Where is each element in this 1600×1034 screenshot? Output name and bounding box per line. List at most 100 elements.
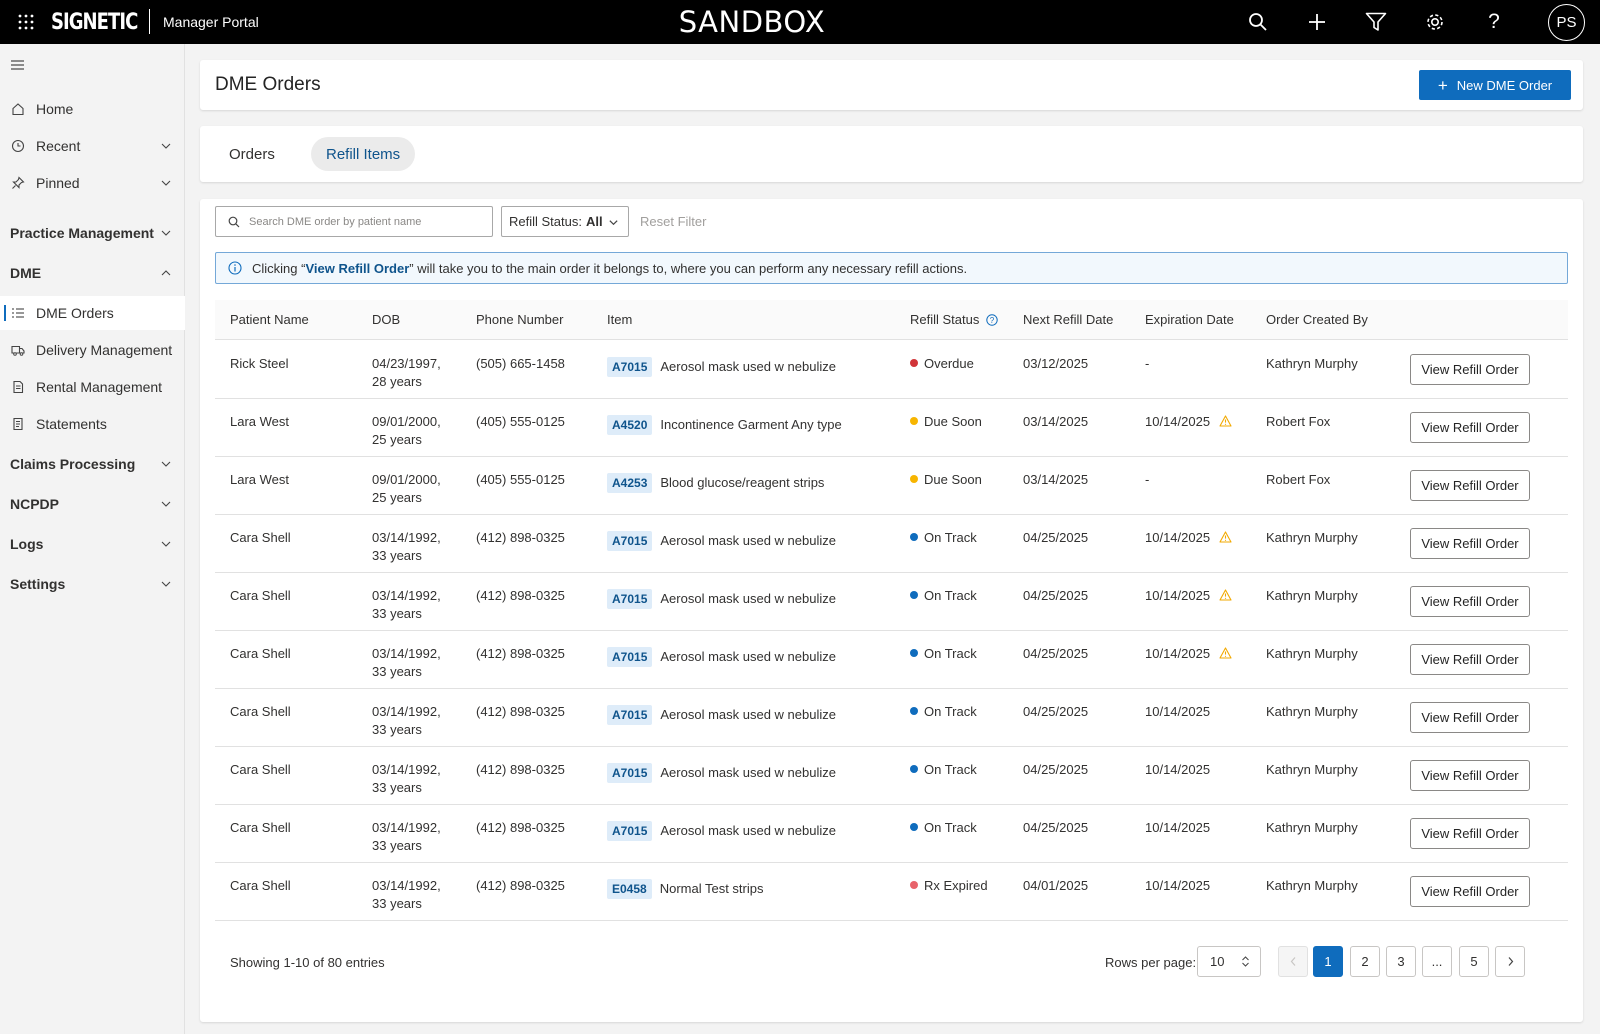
sidebar-section-dme[interactable]: DME xyxy=(0,256,185,290)
item-cell: A7015 Aerosol mask used w nebulize xyxy=(607,821,836,841)
view-refill-order-button[interactable]: View Refill Order xyxy=(1410,412,1530,443)
phone-number: (412) 898-0325 xyxy=(476,530,565,545)
status-dot xyxy=(910,533,918,541)
item-cell: A7015 Aerosol mask used w nebulize xyxy=(607,763,836,783)
chevron-down-icon xyxy=(161,581,171,587)
refill-status: On Track xyxy=(924,646,977,661)
info-text-before: Clicking “ xyxy=(252,260,306,276)
column-header[interactable]: Phone Number xyxy=(476,312,563,327)
rows-per-page-select[interactable]: 10 xyxy=(1197,946,1261,977)
order-created-by: Kathryn Murphy xyxy=(1266,820,1358,835)
statement-icon xyxy=(13,417,23,431)
status-dot xyxy=(910,417,918,425)
filter-icon[interactable] xyxy=(1364,10,1388,34)
next-refill-date: 04/25/2025 xyxy=(1023,646,1089,661)
sidebar-section-settings[interactable]: Settings xyxy=(0,567,185,601)
sidebar-section-practice-management[interactable]: Practice Management xyxy=(0,216,185,250)
table-row: Cara Shell 03/14/1992, 33 years (412) 898-0… xyxy=(215,863,1568,921)
view-refill-order-button[interactable]: View Refill Order xyxy=(1410,586,1530,617)
sidebar-item-label: Delivery Management xyxy=(36,342,173,358)
dob: 03/14/1992, xyxy=(372,530,441,545)
help-circle-icon[interactable]: ? xyxy=(986,313,999,326)
expiration-date: 10/14/2025 xyxy=(1145,704,1211,719)
info-text-after: ” will take you to the main order it bel… xyxy=(409,260,968,276)
order-created-by: Kathryn Murphy xyxy=(1266,588,1358,603)
sidebar-section-claims-processing[interactable]: Claims Processing xyxy=(0,447,185,481)
column-header[interactable]: Patient Name xyxy=(230,312,309,327)
view-refill-order-button[interactable]: View Refill Order xyxy=(1410,876,1530,907)
table-row: Cara Shell 03/14/1992, 33 years (412) 898-0… xyxy=(215,573,1568,631)
new-dme-order-button[interactable]: + New DME Order xyxy=(1419,70,1571,100)
expiration-date: 10/14/2025 xyxy=(1145,878,1211,893)
column-header[interactable]: Expiration Date xyxy=(1145,312,1234,327)
refill-status-cell: On Track xyxy=(910,529,977,547)
page-header: DME Orders + New DME Order xyxy=(200,60,1583,110)
tab-refill-items[interactable]: Refill Items xyxy=(311,137,416,171)
next-refill-date: 04/25/2025 xyxy=(1023,530,1089,545)
page-button-5[interactable]: 5 xyxy=(1459,946,1489,977)
environment-label: SANDBOX xyxy=(678,5,826,39)
view-refill-order-button[interactable]: View Refill Order xyxy=(1410,644,1530,675)
sidebar-section-label: Claims Processing xyxy=(10,456,136,472)
sidebar-section-label: Logs xyxy=(10,536,44,552)
next-refill-date: 03/14/2025 xyxy=(1023,414,1089,429)
refill-status-cell: On Track xyxy=(910,703,977,721)
user-avatar[interactable]: PS xyxy=(1548,4,1585,41)
view-refill-order-button[interactable]: View Refill Order xyxy=(1410,470,1530,501)
phone-number: (412) 898-0325 xyxy=(476,878,565,893)
sidebar: Home Recent Pinned Practice Management D… xyxy=(0,44,185,1034)
column-header[interactable]: DOB xyxy=(372,312,400,327)
document-icon xyxy=(13,380,24,394)
sidebar-item-statements[interactable]: Statements xyxy=(0,407,185,441)
sidebar-item-label: DME Orders xyxy=(36,305,114,321)
sidebar-section-ncpdp[interactable]: NCPDP xyxy=(0,487,185,521)
table-row: Lara West 09/01/2000, 25 years (405) 555-01… xyxy=(215,399,1568,457)
tab-orders[interactable]: Orders xyxy=(214,137,290,171)
view-refill-order-button[interactable]: View Refill Order xyxy=(1410,818,1530,849)
next-page-button[interactable] xyxy=(1495,946,1525,977)
view-refill-order-button[interactable]: View Refill Order xyxy=(1410,760,1530,791)
search-icon[interactable] xyxy=(1246,10,1270,34)
spinner-arrows-icon xyxy=(1242,956,1249,967)
prev-page-button[interactable] xyxy=(1278,946,1308,977)
dob: 03/14/1992, xyxy=(372,878,441,893)
item-code-badge: A7015 xyxy=(607,589,653,609)
sidebar-item-pinned[interactable]: Pinned xyxy=(0,166,185,200)
age: 33 years xyxy=(372,664,422,679)
hamburger-icon[interactable] xyxy=(11,60,24,70)
sidebar-section-label: Settings xyxy=(10,576,66,592)
sidebar-item-rental-management[interactable]: Rental Management xyxy=(0,370,185,404)
page-ellipsis[interactable]: ... xyxy=(1422,946,1452,977)
item-description: Normal Test strips xyxy=(659,881,764,896)
expiration-date: 10/14/2025 xyxy=(1145,820,1211,835)
sidebar-item-delivery-management[interactable]: Delivery Management xyxy=(0,333,185,367)
sidebar-item-home[interactable]: Home xyxy=(0,92,185,126)
plus-icon[interactable] xyxy=(1305,10,1329,34)
view-refill-order-button[interactable]: View Refill Order xyxy=(1410,354,1530,385)
view-refill-order-button[interactable]: View Refill Order xyxy=(1410,528,1530,559)
sidebar-item-dme-orders[interactable]: DME Orders xyxy=(0,296,185,330)
expiration-cell: - xyxy=(1145,471,1149,489)
view-refill-order-button[interactable]: View Refill Order xyxy=(1410,702,1530,733)
column-header-refill-status[interactable]: Refill Status ? xyxy=(910,312,999,327)
refill-status-value: All xyxy=(585,214,603,229)
sidebar-section-logs[interactable]: Logs xyxy=(0,527,185,561)
gear-icon[interactable] xyxy=(1423,10,1447,34)
page-button-3[interactable]: 3 xyxy=(1386,946,1416,977)
reset-filter-button[interactable]: Reset Filter xyxy=(640,214,706,229)
table-row: Cara Shell 03/14/1992, 33 years (412) 898-0… xyxy=(215,747,1568,805)
dob-cell: 03/14/1992, 33 years xyxy=(372,703,441,739)
column-header[interactable]: Item xyxy=(607,312,632,327)
search-input[interactable]: Search DME order by patient name xyxy=(215,206,493,237)
help-icon[interactable]: ? xyxy=(1482,10,1506,34)
refill-status-dropdown[interactable]: Refill Status: All xyxy=(501,206,629,237)
refill-items-panel: Search DME order by patient name Refill … xyxy=(200,199,1583,1022)
order-created-by: Robert Fox xyxy=(1266,472,1331,487)
column-header[interactable]: Order Created By xyxy=(1266,312,1368,327)
column-header[interactable]: Next Refill Date xyxy=(1023,312,1113,327)
item-description: Aerosol mask used w nebulize xyxy=(660,823,836,838)
page-button-1[interactable]: 1 xyxy=(1313,946,1343,977)
item-cell: A7015 Aerosol mask used w nebulize xyxy=(607,357,836,377)
sidebar-item-recent[interactable]: Recent xyxy=(0,129,185,163)
page-button-2[interactable]: 2 xyxy=(1350,946,1380,977)
